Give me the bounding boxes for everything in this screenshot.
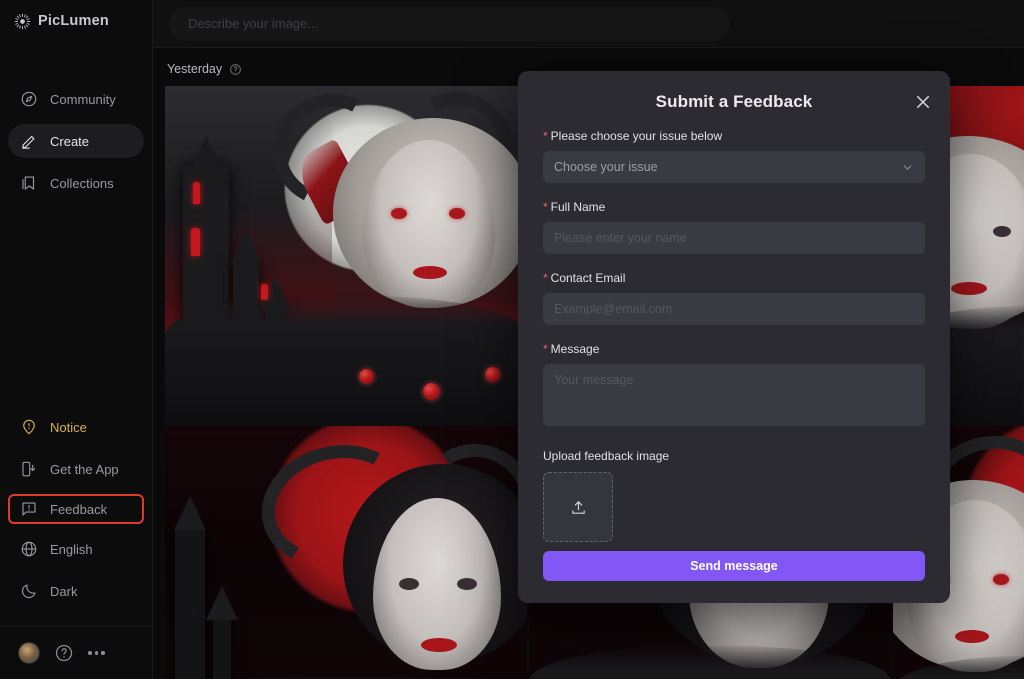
field-contact-email-label: *Contact Email — [543, 271, 925, 285]
artwork — [165, 426, 527, 679]
avatar[interactable] — [18, 642, 40, 664]
sidebar-item-feedback[interactable]: Feedback — [8, 494, 144, 524]
gallery-image[interactable] — [165, 86, 527, 426]
sidebar-item-community[interactable]: Community — [8, 82, 144, 116]
sidebar-item-label: Dark — [50, 584, 77, 599]
label-text: Please choose your issue below — [551, 129, 722, 143]
label-text: Full Name — [551, 200, 606, 214]
moon-icon — [20, 582, 38, 600]
artwork — [165, 86, 527, 426]
feedback-alert-icon — [20, 500, 38, 518]
field-message-label: *Message — [543, 342, 925, 356]
sidebar-item-label: Notice — [50, 420, 87, 435]
pen-icon — [20, 132, 38, 150]
sidebar-item-label: Collections — [50, 176, 114, 191]
prompt-placeholder: Describe your image... — [188, 16, 318, 31]
message-textarea[interactable] — [543, 364, 925, 426]
issue-select-value: Choose your issue — [554, 160, 658, 174]
field-message: *Message — [543, 342, 925, 431]
brand[interactable]: PicLumen — [0, 0, 152, 34]
question-circle-icon[interactable] — [229, 63, 242, 76]
compass-icon — [20, 90, 38, 108]
field-full-name-label: *Full Name — [543, 200, 925, 214]
prompt-input[interactable]: Describe your image... — [170, 7, 730, 41]
gallery-section-label: Yesterday — [167, 62, 222, 76]
gallery-image[interactable] — [165, 426, 527, 679]
label-text: Message — [551, 342, 600, 356]
sidebar-nav-secondary: Notice Get the App Feedback English — [0, 410, 152, 616]
issue-select[interactable]: Choose your issue — [543, 151, 925, 183]
chevron-down-icon — [901, 161, 914, 174]
required-mark: * — [543, 342, 548, 356]
full-name-input[interactable] — [543, 222, 925, 254]
more-dots-icon[interactable] — [88, 651, 105, 655]
field-contact-email: *Contact Email — [543, 271, 925, 325]
label-text: Contact Email — [551, 271, 626, 285]
phone-download-icon — [20, 460, 38, 478]
sidebar-item-notice[interactable]: Notice — [8, 410, 144, 444]
app-root: PicLumen Community Create Collections — [0, 0, 1024, 679]
required-mark: * — [543, 271, 548, 285]
sidebar: PicLumen Community Create Collections — [0, 0, 153, 679]
feedback-modal: Submit a Feedback *Please choose your is… — [518, 71, 950, 603]
sidebar-item-get-the-app[interactable]: Get the App — [8, 452, 144, 486]
bookmark-icon — [20, 174, 38, 192]
sidebar-item-label: English — [50, 542, 93, 557]
sidebar-item-label: Community — [50, 92, 116, 107]
upload-icon — [570, 499, 587, 516]
sidebar-item-collections[interactable]: Collections — [8, 166, 144, 200]
required-mark: * — [543, 200, 548, 214]
brand-name: PicLumen — [38, 13, 109, 29]
sun-burst-icon — [14, 13, 31, 30]
field-issue-label: *Please choose your issue below — [543, 129, 925, 143]
required-mark: * — [543, 129, 548, 143]
field-full-name: *Full Name — [543, 200, 925, 254]
sidebar-item-label: Create — [50, 134, 89, 149]
send-message-button[interactable]: Send message — [543, 551, 925, 581]
sidebar-item-create[interactable]: Create — [8, 124, 144, 158]
globe-icon — [20, 540, 38, 558]
sidebar-item-theme[interactable]: Dark — [8, 574, 144, 608]
upload-dropzone[interactable] — [543, 472, 613, 542]
top-bar: Describe your image... — [153, 0, 1024, 48]
sidebar-item-label: Get the App — [50, 462, 119, 477]
close-icon[interactable] — [914, 93, 932, 111]
modal-title: Submit a Feedback — [543, 71, 925, 112]
sidebar-nav-primary: Community Create Collections — [0, 82, 152, 200]
sidebar-footer — [0, 627, 152, 679]
sidebar-item-label: Feedback — [50, 502, 107, 517]
field-issue: *Please choose your issue below Choose y… — [543, 129, 925, 183]
question-circle-icon[interactable] — [54, 643, 74, 663]
sidebar-item-language[interactable]: English — [8, 532, 144, 566]
contact-email-input[interactable] — [543, 293, 925, 325]
notice-pin-icon — [20, 418, 38, 436]
upload-label: Upload feedback image — [543, 449, 925, 463]
